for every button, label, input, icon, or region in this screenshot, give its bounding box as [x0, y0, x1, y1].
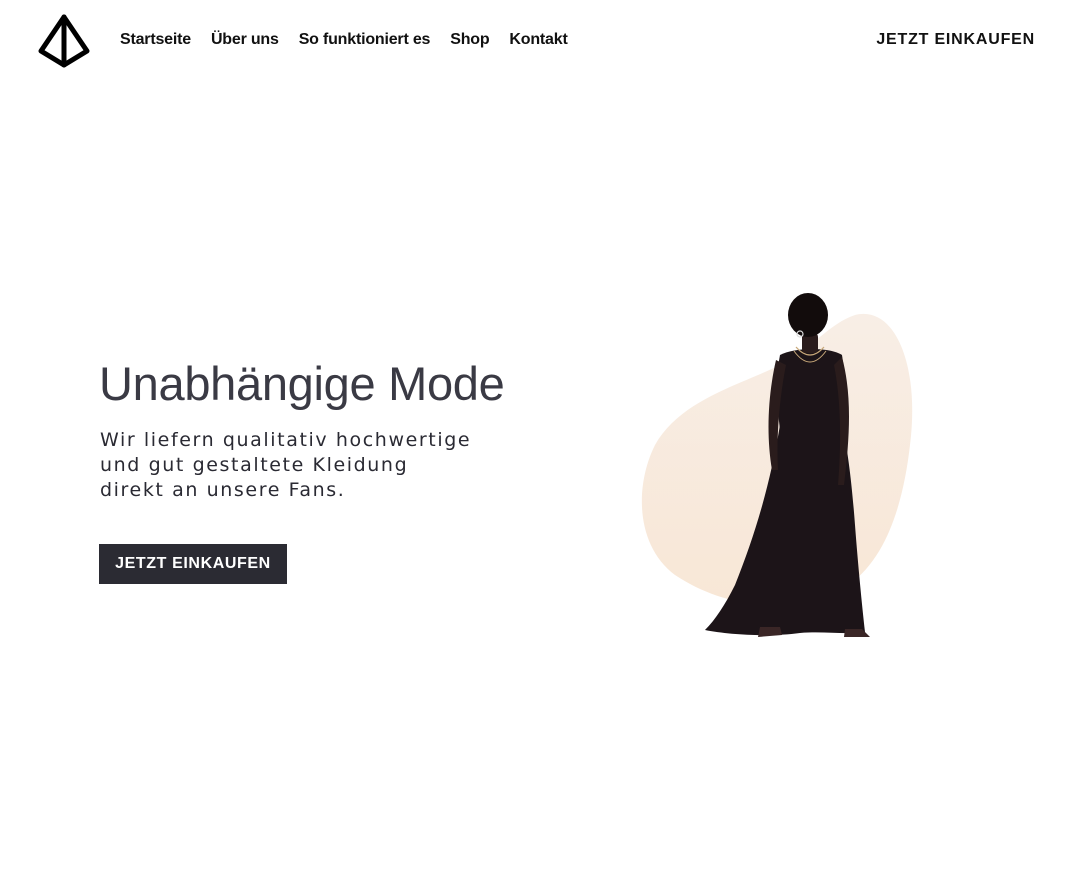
hero-description-line: direkt an unsere Fans.	[100, 479, 346, 501]
site-header: Startseite Über uns So funktioniert es S…	[0, 0, 1088, 84]
hero-description: Wir liefern qualitativ hochwertige und g…	[100, 428, 550, 503]
nav-link-so-funktioniert-es[interactable]: So funktioniert es	[299, 30, 431, 50]
nav-link-startseite[interactable]: Startseite	[120, 30, 191, 50]
triangle-logo-icon[interactable]	[37, 14, 91, 68]
landing-page: Startseite Über uns So funktioniert es S…	[0, 0, 1088, 875]
main-nav: Startseite Über uns So funktioniert es S…	[120, 30, 588, 50]
hero-description-line: und gut gestaltete Kleidung	[100, 454, 409, 476]
hero-shop-now-button[interactable]: JETZT EINKAUFEN	[99, 544, 287, 584]
nav-link-kontakt[interactable]: Kontakt	[509, 30, 567, 50]
dress-bodice	[776, 349, 845, 430]
hero-model-image	[641, 293, 913, 637]
nav-link-shop[interactable]: Shop	[450, 30, 489, 50]
hero-title: Unabhängige Mode	[99, 357, 505, 410]
hero-description-line: Wir liefern qualitativ hochwertige	[100, 429, 472, 451]
header-shop-now-link[interactable]: JETZT EINKAUFEN	[876, 30, 1035, 50]
foot	[844, 629, 870, 637]
head	[788, 293, 828, 337]
nav-link-ueber-uns[interactable]: Über uns	[211, 30, 279, 50]
foot	[758, 627, 782, 637]
